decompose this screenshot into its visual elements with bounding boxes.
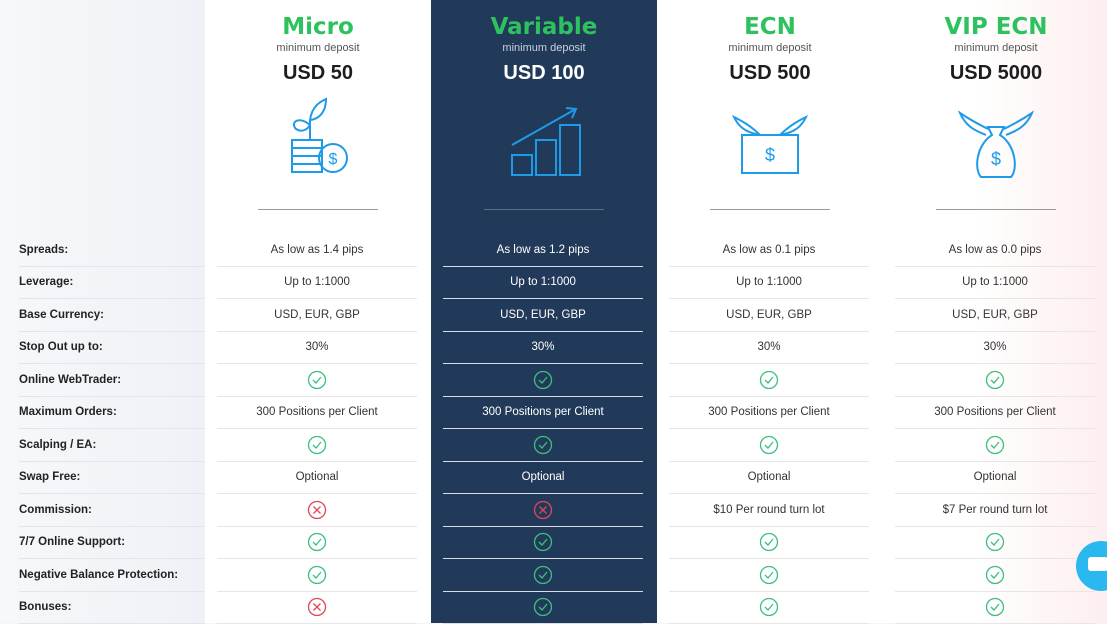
divider: [258, 209, 378, 210]
check-icon: [669, 364, 869, 397]
feature-label: Swap Free:: [19, 462, 205, 495]
svg-text:$: $: [765, 145, 775, 165]
feature-label: Leverage:: [19, 267, 205, 300]
plan-subtitle: minimum deposit: [657, 42, 883, 54]
check-icon: [443, 429, 643, 462]
check-icon: [895, 429, 1095, 462]
winged-money-bag-icon: $: [956, 95, 1036, 180]
check-icon: [217, 429, 417, 462]
check-icon: [217, 364, 417, 397]
plan-value: 30%: [443, 332, 643, 365]
plan-value: 300 Positions per Client: [443, 397, 643, 430]
feature-label: Commission:: [19, 494, 205, 527]
check-icon: [895, 527, 1095, 560]
plan-value: Optional: [669, 462, 869, 495]
plant-coins-icon: $: [278, 95, 358, 180]
plan-value: USD, EUR, GBP: [217, 299, 417, 332]
check-icon: [669, 429, 869, 462]
feature-label: Spreads:: [19, 234, 205, 267]
plan-price: USD 500: [657, 62, 883, 85]
plan-value: 30%: [669, 332, 869, 365]
svg-text:$: $: [991, 149, 1001, 169]
plan-value: Optional: [895, 462, 1095, 495]
check-icon: [217, 527, 417, 560]
plan-price: USD 100: [431, 62, 657, 85]
check-icon: [895, 559, 1095, 592]
feature-labels: Spreads:Leverage:Base Currency:Stop Out …: [0, 0, 205, 623]
check-icon: [443, 559, 643, 592]
check-icon: [443, 364, 643, 397]
plan-value: Up to 1:1000: [217, 267, 417, 300]
feature-label: Stop Out up to:: [19, 332, 205, 365]
check-icon: [669, 527, 869, 560]
plan-name: VIP ECN: [883, 14, 1107, 40]
plan-value: 300 Positions per Client: [895, 397, 1095, 430]
plan-subtitle: minimum deposit: [431, 42, 657, 54]
plan-value: Optional: [443, 462, 643, 495]
feature-label: Online WebTrader:: [19, 364, 205, 397]
plan-column-vip-ecn: VIP ECN minimum deposit USD 5000 $ As lo…: [883, 0, 1107, 623]
plan-column-micro: Micro minimum deposit USD 50 $ As low as…: [205, 0, 431, 623]
svg-text:$: $: [329, 151, 338, 168]
check-icon: [669, 559, 869, 592]
growth-coins-icon: [504, 95, 584, 180]
cross-icon: [443, 494, 643, 527]
divider: [710, 209, 830, 210]
plan-subtitle: minimum deposit: [205, 42, 431, 54]
plan-value: 30%: [217, 332, 417, 365]
plan-value: 300 Positions per Client: [217, 397, 417, 430]
cross-icon: [217, 592, 417, 624]
plan-price: USD 50: [205, 62, 431, 85]
plan-value: As low as 1.2 pips: [443, 234, 643, 267]
plan-value: USD, EUR, GBP: [895, 299, 1095, 332]
plan-value: USD, EUR, GBP: [669, 299, 869, 332]
plan-value: USD, EUR, GBP: [443, 299, 643, 332]
feature-label: Negative Balance Protection:: [19, 559, 205, 592]
feature-label: Scalping / EA:: [19, 429, 205, 462]
plan-column-ecn: ECN minimum deposit USD 500 $ As low as …: [657, 0, 883, 623]
check-icon: [217, 559, 417, 592]
plan-price: USD 5000: [883, 62, 1107, 85]
plan-value: $7 Per round turn lot: [895, 494, 1095, 527]
check-icon: [669, 592, 869, 624]
plan-value: As low as 0.0 pips: [895, 234, 1095, 267]
feature-label: Bonuses:: [19, 592, 205, 624]
check-icon: [443, 527, 643, 560]
check-icon: [895, 592, 1095, 624]
chat-icon: [1088, 557, 1107, 571]
check-icon: [895, 364, 1095, 397]
divider: [484, 209, 604, 210]
plan-value: $10 Per round turn lot: [669, 494, 869, 527]
plan-value: Up to 1:1000: [669, 267, 869, 300]
plan-value: Up to 1:1000: [895, 267, 1095, 300]
plan-value: As low as 1.4 pips: [217, 234, 417, 267]
feature-label: Maximum Orders:: [19, 397, 205, 430]
plan-name: Variable: [431, 14, 657, 40]
plan-value: 300 Positions per Client: [669, 397, 869, 430]
feature-label: 7/7 Online Support:: [19, 527, 205, 560]
check-icon: [443, 592, 643, 624]
cross-icon: [217, 494, 417, 527]
winged-banknote-icon: $: [730, 95, 810, 180]
plan-name: ECN: [657, 14, 883, 40]
divider: [936, 209, 1056, 210]
plan-value: As low as 0.1 pips: [669, 234, 869, 267]
plan-column-variable: Variable minimum deposit USD 100 As low …: [431, 0, 657, 623]
feature-label: Base Currency:: [19, 299, 205, 332]
plan-value: Up to 1:1000: [443, 267, 643, 300]
plan-subtitle: minimum deposit: [883, 42, 1107, 54]
plan-name: Micro: [205, 14, 431, 40]
plan-value: Optional: [217, 462, 417, 495]
plan-value: 30%: [895, 332, 1095, 365]
